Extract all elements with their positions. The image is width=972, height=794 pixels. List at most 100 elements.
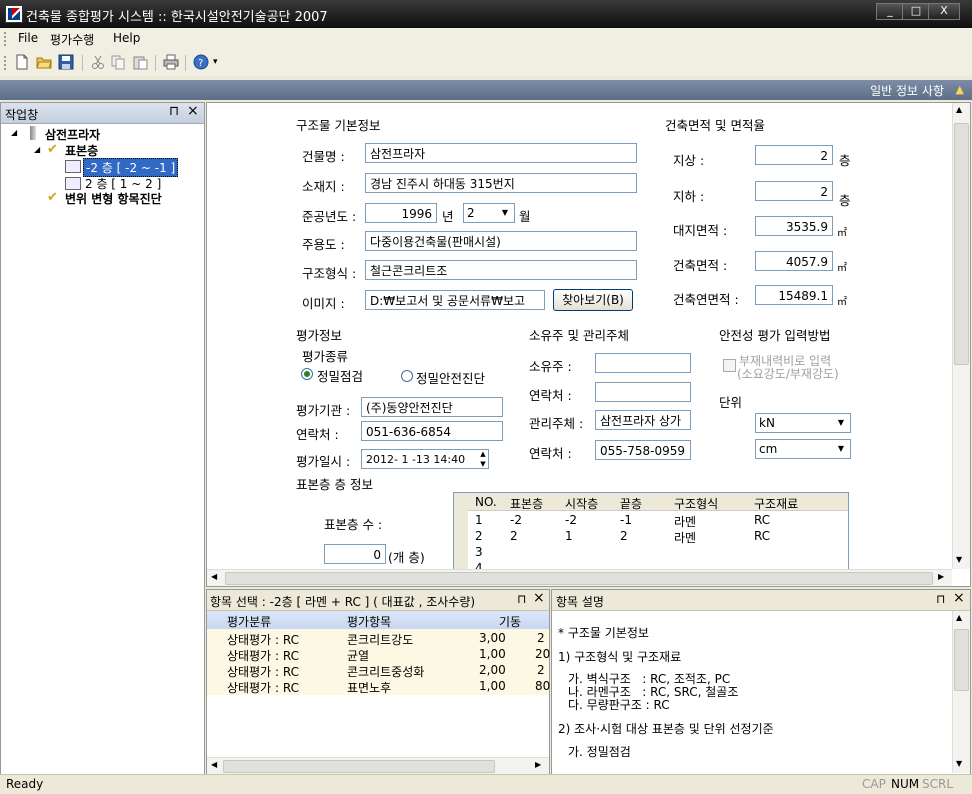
structure-form-field[interactable]: 철근콘크리트조: [365, 260, 637, 280]
workspace-panel-header: 작업창 ⊓ ×: [1, 103, 204, 124]
maximize-button[interactable]: □: [902, 3, 930, 20]
workspace-panel-title: 작업창: [5, 108, 39, 122]
hscroll-thumb[interactable]: [223, 760, 495, 773]
scroll-thumb[interactable]: [954, 629, 969, 691]
spin-arrows-icon[interactable]: ▲ ▼: [477, 449, 489, 469]
grid-row[interactable]: 2 2 1 2 라멘 RC: [454, 529, 848, 545]
help-icon[interactable]: ?: [193, 54, 209, 70]
grid-row[interactable]: 1 -2 -2 -1 라멘 RC: [454, 513, 848, 529]
expand-arrow-icon[interactable]: ◢: [11, 128, 17, 137]
radio-precise-safety-diagnosis-label[interactable]: 정밀안전진단: [416, 368, 485, 387]
item-cell: 표면노후: [347, 681, 392, 695]
radio-precise-safety-diagnosis[interactable]: [401, 370, 413, 382]
save-icon[interactable]: [58, 54, 74, 70]
close-icon[interactable]: ×: [187, 103, 199, 119]
force-unit-value: kN: [759, 416, 775, 430]
paste-icon[interactable]: [132, 54, 148, 70]
below-floors-field[interactable]: 2: [755, 181, 833, 201]
force-unit-select[interactable]: kN ▼: [755, 413, 851, 433]
dropdown-arrow-icon[interactable]: ▼: [498, 206, 512, 220]
item-description-panel: 항목 설명 ⊓ × * 구조물 기본정보 1) 구조형식 및 구조재료 가. 벽…: [551, 589, 971, 776]
use-field[interactable]: 다중이용건축물(판매시설): [365, 231, 637, 251]
item-row[interactable]: 상태평가 : RC 표면노후 1,00 80: [207, 679, 550, 695]
radio-precise-inspection-label[interactable]: 정밀점검: [317, 366, 363, 385]
address-field[interactable]: 경남 진주시 하대동 315번지: [365, 173, 637, 193]
main-vertical-scrollbar[interactable]: ▲ ▼: [952, 103, 970, 569]
section-area: 건축면적 및 면적율: [665, 118, 765, 133]
close-button[interactable]: X: [928, 3, 960, 20]
evaluation-date-field[interactable]: 2012- 1 -13 14:40: [361, 449, 489, 469]
owner-contact-field[interactable]: [595, 382, 691, 402]
desc-line: 가. 정밀점검: [568, 745, 631, 759]
expand-arrow-icon[interactable]: ◢: [34, 145, 40, 154]
scroll-thumb[interactable]: [954, 123, 969, 365]
pin-icon[interactable]: ⊓: [169, 104, 179, 119]
browse-button[interactable]: 찾아보기(B): [553, 289, 633, 311]
tree-group-sample-floors[interactable]: 표본층: [65, 142, 98, 159]
scroll-right-icon[interactable]: ▶: [938, 572, 944, 581]
above-floors-field[interactable]: 2: [755, 145, 833, 165]
year-field[interactable]: 1996: [365, 203, 437, 223]
main-horizontal-scrollbar[interactable]: ◀ ▶: [207, 569, 952, 586]
tree-item-displacement[interactable]: 변위 변형 항목진단: [65, 190, 162, 207]
agency-contact-field[interactable]: 051-636-6854: [361, 421, 503, 441]
scroll-right-icon[interactable]: ▶: [535, 760, 541, 769]
toolbar-overflow-icon[interactable]: ▾: [213, 57, 218, 67]
item-row[interactable]: 상태평가 : RC 콘크리트중성화 2,00 2: [207, 663, 549, 679]
print-icon[interactable]: [163, 54, 179, 70]
manager-contact-label: 연락처 :: [529, 446, 572, 461]
toolbar: ? ▾: [0, 50, 972, 76]
site-area-field[interactable]: 3535.9: [755, 216, 833, 236]
scroll-up-icon[interactable]: ▲: [956, 105, 962, 114]
grid-col-start: 시작층: [565, 497, 599, 511]
section-evaluation-info: 평가정보: [296, 328, 343, 343]
manager-contact-field[interactable]: 055-758-0959: [595, 440, 691, 460]
item-cell: 20: [535, 647, 551, 661]
month-select[interactable]: 2 ▼: [463, 203, 515, 223]
copy-icon[interactable]: [110, 54, 126, 70]
sample-floor-grid[interactable]: NO. 표본층 시작층 끝층 구조형식 구조재료 1 -2 -2 -1 라멘 R…: [453, 492, 849, 574]
agency-field[interactable]: (주)동양안전진단: [361, 397, 503, 417]
cut-icon[interactable]: [90, 54, 106, 70]
image-path-field[interactable]: D:₩보고서 및 공문서류₩보고: [365, 290, 545, 310]
menu-help[interactable]: Help: [113, 31, 140, 45]
hscroll-thumb[interactable]: [225, 572, 933, 585]
grid-col-no: NO.: [475, 495, 497, 509]
item-selection-title: 항목 선택 : -2층 [ 라멘 + RC ] ( 대표값 , 조사수량): [210, 595, 476, 609]
scroll-left-icon[interactable]: ◀: [211, 572, 217, 581]
scroll-down-icon[interactable]: ▼: [956, 759, 962, 768]
tree-root[interactable]: 삼전프라자: [45, 126, 100, 143]
menu-file[interactable]: File: [18, 31, 38, 45]
grid-row[interactable]: 3: [454, 545, 848, 561]
item-row[interactable]: 상태평가 : RC 균열 1,00 20: [207, 647, 551, 663]
item-cell: 균열: [347, 649, 370, 663]
building-area-field[interactable]: 4057.9: [755, 251, 833, 271]
items-horizontal-scrollbar[interactable]: ◀ ▶: [207, 757, 549, 774]
sample-count-field[interactable]: 0: [324, 544, 386, 564]
pin-icon[interactable]: ⊓: [517, 592, 526, 606]
item-cell: 3,00: [479, 631, 506, 645]
scroll-left-icon[interactable]: ◀: [211, 760, 217, 769]
length-unit-select[interactable]: cm ▼: [755, 439, 851, 459]
member-strength-checkbox[interactable]: [723, 359, 736, 372]
close-icon[interactable]: ×: [953, 590, 965, 606]
scroll-up-icon[interactable]: ▲: [956, 613, 962, 622]
total-area-field[interactable]: 15489.1: [755, 285, 833, 305]
item-row[interactable]: 상태평가 : RC 콘크리트강도 3,00 2: [207, 631, 549, 647]
open-folder-icon[interactable]: [36, 54, 52, 70]
dropdown-arrow-icon[interactable]: ▼: [834, 442, 848, 456]
minimize-button[interactable]: _: [876, 3, 904, 20]
bell-icon[interactable]: ▲: [956, 83, 964, 96]
pin-icon[interactable]: ⊓: [936, 592, 945, 606]
radio-precise-inspection[interactable]: [301, 368, 313, 380]
desc-vertical-scrollbar[interactable]: ▲ ▼: [952, 611, 970, 773]
manager-field[interactable]: 삼전프라자 상가: [595, 410, 691, 430]
building-name-field[interactable]: 삼전프라자: [365, 143, 637, 163]
close-icon[interactable]: ×: [533, 590, 545, 606]
menu-evaluate[interactable]: 평가수행: [50, 31, 94, 48]
dropdown-arrow-icon[interactable]: ▼: [834, 416, 848, 430]
app-icon[interactable]: [5, 5, 23, 23]
scroll-down-icon[interactable]: ▼: [956, 555, 962, 564]
owner-field[interactable]: [595, 353, 691, 373]
new-file-icon[interactable]: [14, 54, 30, 70]
